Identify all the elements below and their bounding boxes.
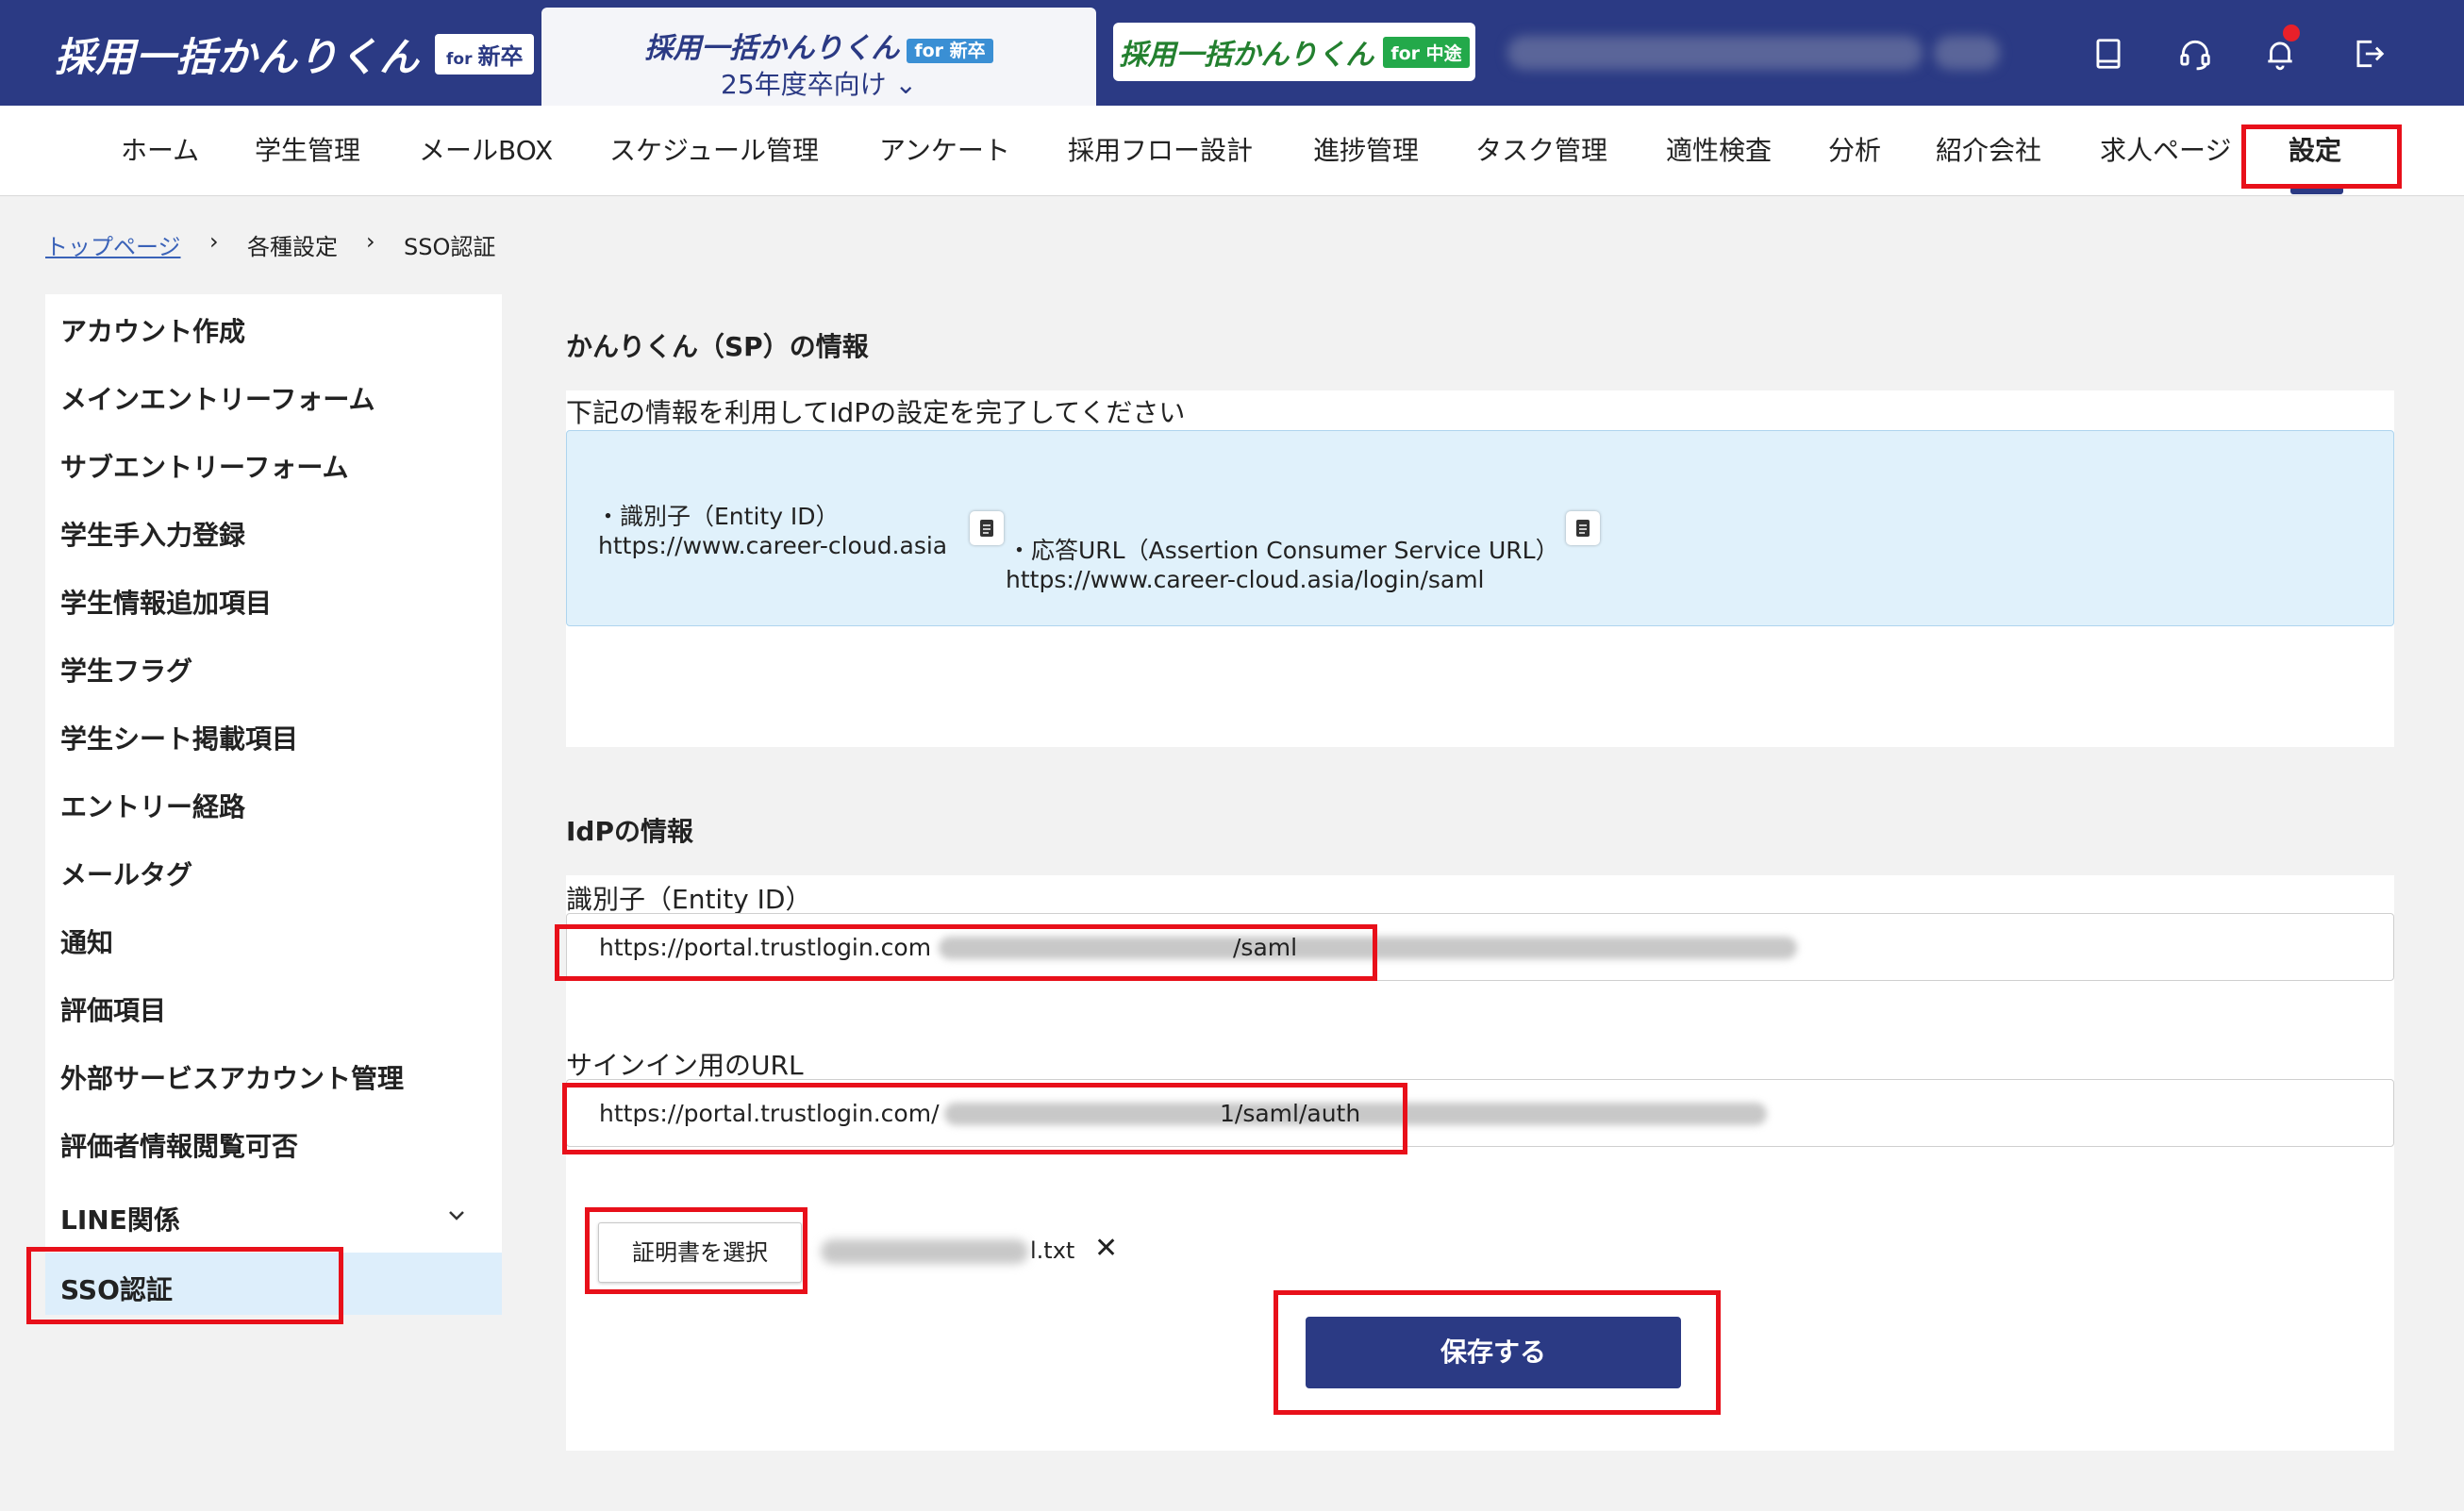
headset-icon[interactable]	[2173, 32, 2217, 75]
nav-analysis[interactable]: 分析	[1828, 106, 1881, 196]
nav-home[interactable]: ホーム	[121, 106, 199, 196]
remove-certificate-icon[interactable]: ✕	[1094, 1232, 1118, 1265]
idp-section-title: IdPの情報	[566, 816, 693, 847]
notification-badge	[2283, 25, 2300, 42]
sidebar-item-external-accounts[interactable]: 外部サービスアカウント管理	[60, 1058, 404, 1096]
product-tab-chuto[interactable]: 採用一括かんりくん for 中途	[1113, 23, 1475, 81]
app-logo[interactable]: 採用一括かんりくん for 新卒	[55, 26, 535, 81]
highlight-certificate-button	[585, 1207, 807, 1294]
highlight-settings	[2241, 125, 2402, 189]
book-icon[interactable]	[2087, 32, 2130, 75]
product-tab-badge: for 新卒	[907, 39, 993, 63]
logo-badge: for 新卒	[435, 33, 535, 75]
nav-survey[interactable]: アンケート	[879, 106, 1010, 196]
logout-icon[interactable]	[2347, 32, 2390, 75]
nav-student-management[interactable]: 学生管理	[255, 106, 360, 196]
sidebar-item-mail-tags[interactable]: メールタグ	[60, 855, 192, 892]
user-name-redacted	[1507, 36, 1923, 70]
sidebar-item-main-entry-form[interactable]: メインエントリーフォーム	[60, 379, 375, 417]
breadcrumb-top[interactable]: トップページ	[45, 228, 181, 261]
copy-acs-url-icon[interactable]	[1566, 511, 1600, 545]
breadcrumb-settings: 各種設定	[247, 234, 338, 260]
nav-progress[interactable]: 進捗管理	[1313, 106, 1419, 196]
breadcrumb-separator: ›	[209, 228, 219, 255]
highlight-save-button	[1274, 1290, 1721, 1415]
nav-aptitude-test[interactable]: 適性検査	[1666, 106, 1772, 196]
nav-agencies[interactable]: 紹介会社	[1936, 106, 2041, 196]
sidebar-item-additional-fields[interactable]: 学生情報追加項目	[60, 583, 272, 621]
breadcrumb-current: SSO認証	[404, 234, 496, 260]
sidebar-item-line[interactable]: LINE関係	[60, 1200, 180, 1237]
nav-job-page[interactable]: 求人ページ	[2100, 106, 2231, 196]
product-tab-shinsotsu[interactable]: 採用一括かんりくん for 新卒 25年度卒向け ⌄	[541, 8, 1096, 106]
product-tab-chuto-badge: for 中途	[1383, 36, 1470, 68]
highlight-sso-sidebar	[26, 1247, 343, 1324]
sidebar-item-manual-registration[interactable]: 学生手入力登録	[60, 515, 245, 553]
sidebar-item-entry-route[interactable]: エントリー経路	[60, 787, 245, 824]
idp-entity-id-label: 識別子（Entity ID）	[566, 884, 812, 915]
sidebar-item-student-sheet[interactable]: 学生シート掲載項目	[60, 719, 298, 756]
product-tab-title: 採用一括かんりくん	[644, 32, 900, 65]
nav-mail-box[interactable]: メールBOX	[419, 106, 553, 196]
product-tab-chuto-title: 採用一括かんりくん	[1119, 39, 1374, 72]
sidebar-item-evaluation[interactable]: 評価項目	[60, 990, 166, 1028]
copy-entity-id-icon[interactable]	[970, 511, 1004, 545]
nav-tasks[interactable]: タスク管理	[1475, 106, 1607, 196]
logo-text: 採用一括かんりくん	[55, 33, 421, 80]
sidebar-item-evaluator-access[interactable]: 評価者情報閲覧可否	[60, 1126, 298, 1164]
user-role-redacted	[1934, 36, 2000, 70]
sp-acs-url-label: ・応答URL（Assertion Consumer Service URL）	[1007, 537, 1559, 564]
sp-description: 下記の情報を利用してIdPの設定を完了してください	[566, 397, 1186, 428]
nav-schedule[interactable]: スケジュール管理	[609, 106, 819, 196]
breadcrumb-separator: ›	[366, 228, 375, 255]
sidebar-item-notifications[interactable]: 通知	[60, 922, 113, 960]
idp-signin-url-label: サインイン用のURL	[566, 1050, 804, 1081]
nav-recruit-flow[interactable]: 採用フロー設計	[1068, 106, 1253, 196]
sp-info-box	[566, 430, 2394, 626]
sp-acs-url-value: https://www.career-cloud.asia/login/saml	[1006, 566, 1485, 593]
sidebar-item-account[interactable]: アカウント作成	[60, 311, 245, 349]
certificate-filename: l.txt	[1030, 1237, 1075, 1264]
sp-entity-id-label: ・識別子（Entity ID）	[596, 503, 840, 530]
sp-entity-id-value: https://www.career-cloud.asia	[598, 532, 948, 559]
sidebar-item-sub-entry-form[interactable]: サブエントリーフォーム	[60, 447, 348, 485]
chevron-down-icon[interactable]	[445, 1204, 468, 1226]
sidebar-item-student-flags[interactable]: 学生フラグ	[60, 651, 192, 689]
highlight-signin-url	[562, 1083, 1407, 1154]
sp-section-title: かんりくん（SP）の情報	[566, 331, 869, 362]
graduation-year-selector[interactable]: 25年度卒向け ⌄	[541, 64, 1096, 102]
highlight-entity-id	[555, 924, 1377, 981]
main-navigation: ホーム 学生管理 メールBOX スケジュール管理 アンケート 採用フロー設計 進…	[0, 106, 2464, 196]
certificate-filename-redacted	[821, 1239, 1028, 1264]
